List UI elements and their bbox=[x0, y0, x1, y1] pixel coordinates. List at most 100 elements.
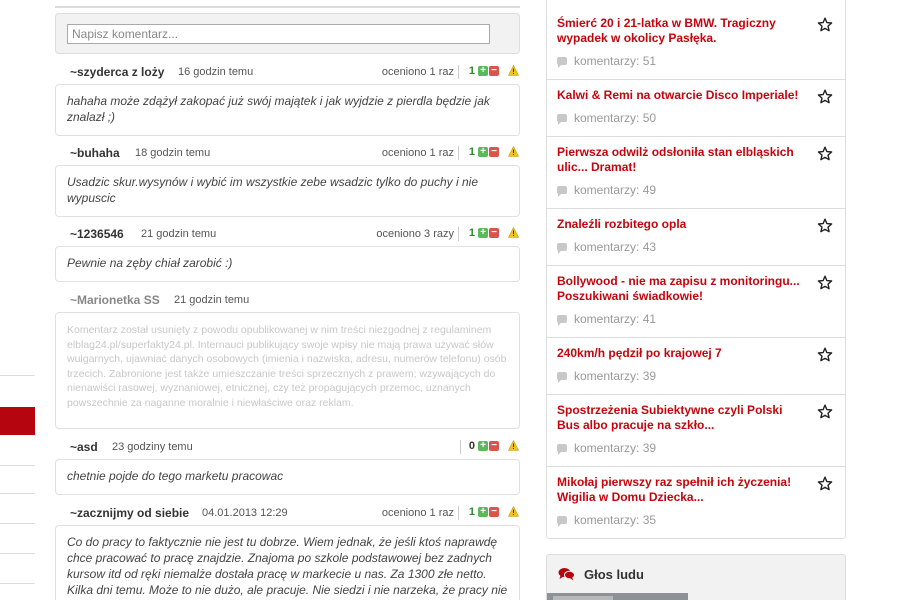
comments-section: ~szyderca z loży 16 godzin temu oceniono… bbox=[55, 0, 520, 600]
news-title-link[interactable]: Spostrzeżenia Subiektywne czyli Polski B… bbox=[557, 403, 802, 433]
news-comment-count-label: komentarzy: 51 bbox=[574, 54, 657, 68]
comment-rating-count: oceniono 1 raz bbox=[381, 507, 454, 519]
comment-author[interactable]: ~1236546 bbox=[70, 227, 124, 241]
comment-author[interactable]: ~buhaha bbox=[70, 146, 120, 160]
left-nav-fragment bbox=[0, 375, 35, 600]
report-warning-icon[interactable] bbox=[508, 506, 519, 517]
vote-up-button[interactable]: + bbox=[478, 507, 488, 517]
comment-header: ~asd 23 godziny temu 0 + − bbox=[55, 437, 520, 457]
news-comment-count-label: komentarzy: 39 bbox=[574, 369, 657, 383]
comment-header: ~szyderca z loży 16 godzin temu oceniono… bbox=[55, 62, 520, 82]
star-icon[interactable] bbox=[817, 476, 833, 492]
vote-up-button[interactable]: + bbox=[478, 147, 488, 157]
comment-author[interactable]: ~asd bbox=[70, 440, 98, 454]
left-nav-divider bbox=[0, 465, 35, 466]
page: ~szyderca z loży 16 godzin temu oceniono… bbox=[0, 0, 900, 600]
comment-body: chetnie pojde do tego marketu pracowac bbox=[55, 459, 520, 495]
news-title-link[interactable]: Znaleźli rozbitego opla bbox=[557, 217, 802, 232]
comment-time: 21 godzin temu bbox=[141, 228, 217, 240]
divider bbox=[458, 65, 459, 79]
comment-score: 0 bbox=[468, 440, 475, 452]
vote-down-button[interactable]: − bbox=[489, 507, 499, 517]
left-nav-active-item[interactable] bbox=[0, 407, 35, 435]
comment-author[interactable]: ~szyderca z loży bbox=[70, 65, 164, 79]
thumbnail-image[interactable] bbox=[547, 593, 688, 600]
speech-bubbles-icon bbox=[558, 568, 575, 581]
news-title-link[interactable]: Bollywood - nie ma zapisu z monitoringu.… bbox=[557, 274, 802, 304]
news-comment-count[interactable]: komentarzy: 41 bbox=[557, 312, 656, 326]
comment-body: hahaha może zdążył zakopać już swój mają… bbox=[55, 84, 520, 136]
left-nav-divider bbox=[0, 553, 35, 554]
vote-up-button[interactable]: + bbox=[478, 228, 488, 238]
comment-author[interactable]: ~zacznijmy od siebie bbox=[70, 506, 189, 520]
news-comment-count-label: komentarzy: 43 bbox=[574, 240, 657, 254]
star-icon[interactable] bbox=[817, 146, 833, 162]
news-title-link[interactable]: Kalwi & Remi na otwarcie Disco Imperiale… bbox=[557, 88, 802, 103]
glos-ludu-box: Głos ludu bbox=[546, 554, 846, 600]
star-icon[interactable] bbox=[817, 218, 833, 234]
vote-up-button[interactable]: + bbox=[478, 66, 488, 76]
report-warning-icon[interactable] bbox=[508, 227, 519, 238]
news-item[interactable]: Spostrzeżenia Subiektywne czyli Polski B… bbox=[547, 395, 845, 467]
comment-bubble-icon bbox=[557, 57, 567, 68]
vote-down-button[interactable]: − bbox=[489, 228, 499, 238]
news-title-link[interactable]: Mikołaj pierwszy raz spełnił ich życzeni… bbox=[557, 475, 802, 505]
comment-rating-count: oceniono 1 raz bbox=[381, 66, 454, 78]
report-warning-icon[interactable] bbox=[508, 65, 519, 76]
news-comment-count[interactable]: komentarzy: 35 bbox=[557, 513, 656, 527]
comment-bubble-icon bbox=[557, 114, 567, 125]
comment-bubble-icon bbox=[557, 516, 567, 527]
comment-time: 23 godziny temu bbox=[112, 441, 193, 453]
news-item[interactable]: Śmierć 20 i 21-latka w BMW. Tragiczny wy… bbox=[547, 8, 845, 80]
divider bbox=[458, 146, 459, 160]
vote-down-button[interactable]: − bbox=[489, 441, 499, 451]
star-icon[interactable] bbox=[817, 347, 833, 363]
news-item[interactable]: Bollywood - nie ma zapisu z monitoringu.… bbox=[547, 266, 845, 338]
vote-up-button[interactable]: + bbox=[478, 441, 488, 451]
news-item[interactable]: Kalwi & Remi na otwarcie Disco Imperiale… bbox=[547, 80, 845, 137]
news-comment-count-label: komentarzy: 39 bbox=[574, 441, 657, 455]
comment-header: ~zacznijmy od siebie 04.01.2013 12:29 oc… bbox=[55, 503, 520, 523]
news-title-link[interactable]: Śmierć 20 i 21-latka w BMW. Tragiczny wy… bbox=[557, 16, 802, 46]
comment-author[interactable]: ~Marionetka SS bbox=[70, 293, 160, 307]
report-warning-icon[interactable] bbox=[508, 440, 519, 451]
vote-down-button[interactable]: − bbox=[489, 147, 499, 157]
star-icon[interactable] bbox=[817, 275, 833, 291]
report-warning-icon[interactable] bbox=[508, 146, 519, 157]
comment-form bbox=[55, 13, 520, 54]
comment-bubble-icon bbox=[557, 243, 567, 254]
comment-time: 04.01.2013 12:29 bbox=[202, 507, 288, 519]
comment-body: Pewnie na zęby chiał zarobić :) bbox=[55, 246, 520, 282]
news-comment-count[interactable]: komentarzy: 50 bbox=[557, 111, 656, 125]
star-icon[interactable] bbox=[817, 17, 833, 33]
comment-bubble-icon bbox=[557, 186, 567, 197]
comment-removed-notice: Komentarz został usunięty z powodu opubl… bbox=[55, 312, 520, 429]
star-icon[interactable] bbox=[817, 89, 833, 105]
comment-score: 1 bbox=[468, 227, 475, 239]
news-comment-count[interactable]: komentarzy: 49 bbox=[557, 183, 656, 197]
left-nav-divider bbox=[0, 583, 35, 584]
news-item[interactable]: Mikołaj pierwszy raz spełnił ich życzeni… bbox=[547, 467, 845, 538]
news-title-link[interactable]: 240km/h pędził po krajowej 7 bbox=[557, 346, 802, 361]
comment-time: 16 godzin temu bbox=[178, 66, 254, 78]
comment-time: 18 godzin temu bbox=[135, 147, 211, 159]
divider bbox=[458, 506, 459, 520]
news-comment-count-label: komentarzy: 41 bbox=[574, 312, 657, 326]
news-comment-count[interactable]: komentarzy: 51 bbox=[557, 54, 656, 68]
news-comment-count[interactable]: komentarzy: 39 bbox=[557, 369, 656, 383]
vote-down-button[interactable]: − bbox=[489, 66, 499, 76]
news-item[interactable]: Pierwsza odwilż odsłoniła stan elbląskic… bbox=[547, 137, 845, 209]
comment-bubble-icon bbox=[557, 372, 567, 383]
comment-input[interactable] bbox=[67, 24, 490, 44]
comment-bubble-icon bbox=[557, 315, 567, 326]
news-comment-count-label: komentarzy: 50 bbox=[574, 111, 657, 125]
news-item[interactable]: 240km/h pędził po krajowej 7 komentarzy:… bbox=[547, 338, 845, 395]
news-item[interactable]: Znaleźli rozbitego opla komentarzy: 43 bbox=[547, 209, 845, 266]
star-icon[interactable] bbox=[817, 404, 833, 420]
news-comment-count[interactable]: komentarzy: 39 bbox=[557, 441, 656, 455]
comment-header: ~Marionetka SS 21 godzin temu bbox=[55, 290, 520, 310]
section-title: Głos ludu bbox=[584, 567, 644, 582]
divider bbox=[55, 6, 520, 8]
news-title-link[interactable]: Pierwsza odwilż odsłoniła stan elbląskic… bbox=[557, 145, 802, 175]
news-comment-count[interactable]: komentarzy: 43 bbox=[557, 240, 656, 254]
